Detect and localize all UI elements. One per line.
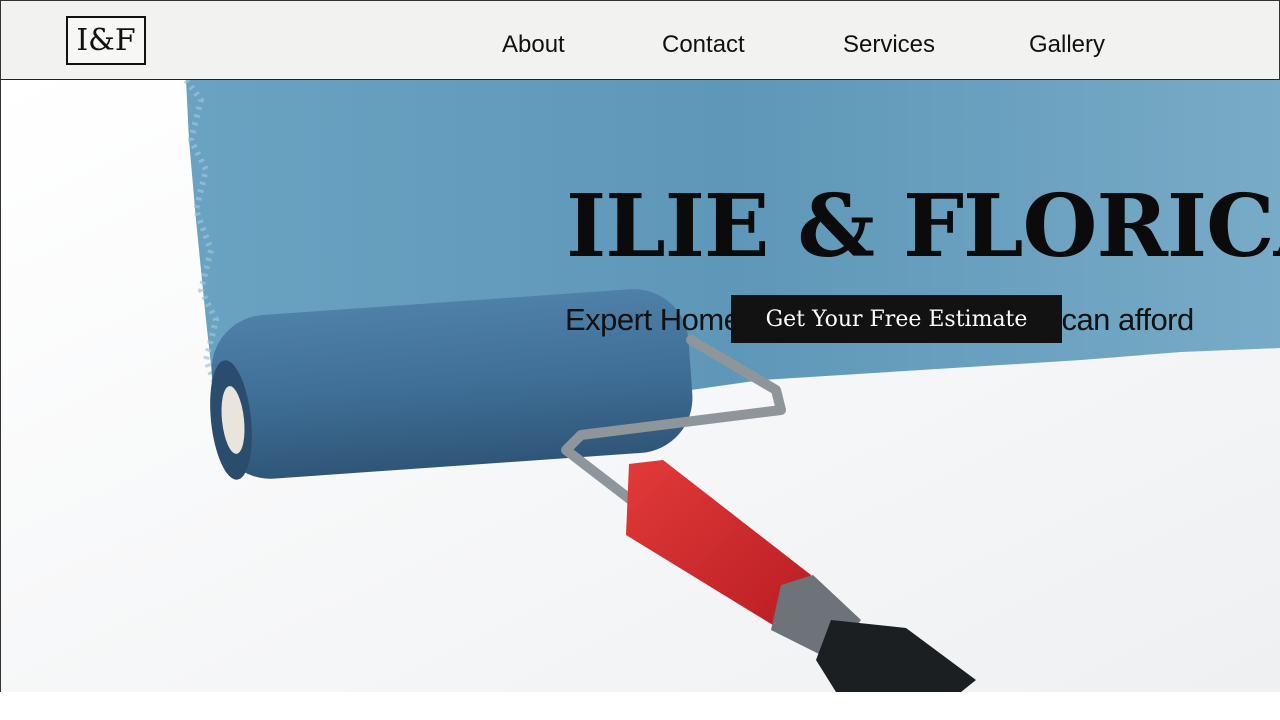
free-estimate-button[interactable]: Get Your Free Estimate xyxy=(731,295,1062,343)
page-bottom-strip xyxy=(0,692,1280,720)
hero-image-paint-roller xyxy=(1,80,1280,692)
hero-title: ILIE & FLORICA xyxy=(566,176,1280,277)
nav-gallery[interactable]: Gallery xyxy=(1029,31,1105,59)
site-header: I&F About Contact Services Gallery xyxy=(0,0,1280,80)
nav-about[interactable]: About xyxy=(502,31,565,59)
nav-services[interactable]: Services xyxy=(843,31,935,59)
nav-contact[interactable]: Contact xyxy=(662,31,745,59)
main-nav: About Contact Services Gallery xyxy=(1,1,1279,81)
hero-section: ILIE & FLORICA Expert Home Improvements … xyxy=(0,80,1280,692)
